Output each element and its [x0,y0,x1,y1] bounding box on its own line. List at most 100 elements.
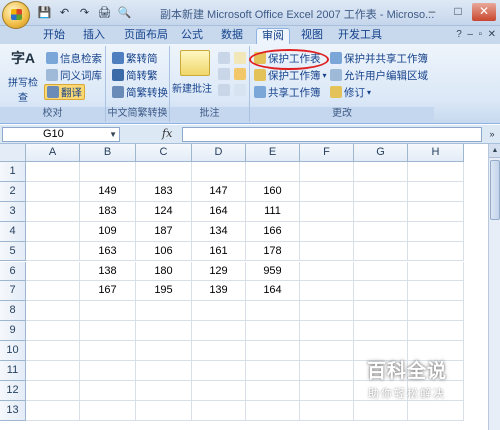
cell-c11[interactable] [136,361,192,381]
cell-a13[interactable] [26,400,80,421]
column-header-f[interactable]: F [300,144,354,162]
cell-h1[interactable] [408,162,464,182]
cell-c9[interactable] [136,321,192,342]
row-header-3[interactable]: 3 [0,201,26,222]
cell-f11[interactable] [300,361,354,381]
cell-g4[interactable] [354,221,408,242]
cell-e6[interactable]: 959 [246,261,300,282]
research-button[interactable]: 信息检索 [46,50,102,66]
formula-input[interactable] [182,127,482,142]
tab-developer[interactable]: 开发工具 [334,28,386,44]
cell-h7[interactable] [408,281,464,302]
cell-b4[interactable]: 109 [80,221,136,242]
cell-b8[interactable] [80,301,136,322]
scroll-up-icon[interactable]: ▲ [489,144,500,158]
cell-b10[interactable] [80,341,136,361]
cell-c7[interactable]: 195 [136,281,192,302]
save-icon[interactable]: 💾 [36,5,53,22]
cell-c2[interactable]: 183 [136,181,192,202]
previous-comment-icon[interactable] [218,68,230,80]
cell-f4[interactable] [300,221,354,242]
cell-e10[interactable] [246,341,300,361]
row-header-1[interactable]: 1 [0,162,26,182]
cell-g1[interactable] [354,162,408,182]
cell-c10[interactable] [136,341,192,361]
cell-f10[interactable] [300,341,354,361]
cell-f2[interactable] [300,181,354,202]
tab-insert[interactable]: 插入 [78,28,110,44]
cell-h5[interactable] [408,241,464,262]
cell-e7[interactable]: 164 [246,281,300,302]
redo-icon[interactable]: ↷ [76,5,93,22]
office-button[interactable] [2,1,30,29]
cell-c1[interactable] [136,162,192,182]
share-workbook-button[interactable]: 共享工作簿 [254,84,321,100]
row-header-8[interactable]: 8 [0,301,26,322]
chevron-down-icon[interactable]: ▼ [109,128,117,141]
ribbon-window-controls[interactable]: ? – ▫ ✕ [456,29,496,40]
select-all-corner[interactable] [0,144,26,162]
cell-c4[interactable]: 187 [136,221,192,242]
cell-e4[interactable]: 166 [246,221,300,242]
cell-b9[interactable] [80,321,136,342]
row-header-13[interactable]: 13 [0,400,26,421]
cell-a12[interactable] [26,380,80,401]
cell-f5[interactable] [300,241,354,262]
row-header-5[interactable]: 5 [0,241,26,262]
translate-button[interactable]: 翻译 [44,84,85,100]
cell-d1[interactable] [192,162,246,182]
row-header-4[interactable]: 4 [0,221,26,242]
undo-icon[interactable]: ↶ [56,5,73,22]
cell-d5[interactable]: 161 [192,241,246,262]
cell-g9[interactable] [354,321,408,342]
cell-a3[interactable] [26,201,80,222]
scroll-thumb[interactable] [490,160,500,220]
cell-e9[interactable] [246,321,300,342]
cell-g13[interactable] [354,400,408,421]
row-header-2[interactable]: 2 [0,181,26,202]
cell-c12[interactable] [136,380,192,401]
column-header-g[interactable]: G [354,144,408,162]
cell-f9[interactable] [300,321,354,342]
cell-a11[interactable] [26,361,80,381]
minimize-button[interactable]: – [420,3,444,21]
row-header-9[interactable]: 9 [0,321,26,342]
row-header-7[interactable]: 7 [0,281,26,302]
protect-share-workbook-button[interactable]: 保护并共享工作簿 [330,50,428,66]
cell-b13[interactable] [80,400,136,421]
row-header-12[interactable]: 12 [0,380,26,401]
tab-view[interactable]: 视图 [296,28,328,44]
convert-button[interactable]: 简繁转换 [112,84,168,100]
cell-c3[interactable]: 124 [136,201,192,222]
cell-d2[interactable]: 147 [192,181,246,202]
thesaurus-button[interactable]: 同义词库 [46,67,102,83]
cell-g6[interactable] [354,261,408,282]
expand-formula-bar-icon[interactable]: » [486,127,498,142]
cell-h2[interactable] [408,181,464,202]
column-header-a[interactable]: A [26,144,80,162]
cell-f8[interactable] [300,301,354,322]
allow-edit-ranges-button[interactable]: 允许用户编辑区域 [330,67,428,83]
cell-a1[interactable] [26,162,80,182]
cell-h8[interactable] [408,301,464,322]
cell-d3[interactable]: 164 [192,201,246,222]
cell-a2[interactable] [26,181,80,202]
cell-e8[interactable] [246,301,300,322]
show-comment-icon[interactable] [234,52,246,64]
cell-e5[interactable]: 178 [246,241,300,262]
track-changes-button[interactable]: 修订 ▾ [330,84,371,100]
cell-d9[interactable] [192,321,246,342]
show-ink-icon[interactable] [234,84,246,96]
cell-a9[interactable] [26,321,80,342]
cell-d13[interactable] [192,400,246,421]
cell-e12[interactable] [246,380,300,401]
cell-h4[interactable] [408,221,464,242]
tab-home[interactable]: 开始 [36,28,72,44]
cell-e11[interactable] [246,361,300,381]
cell-e3[interactable]: 111 [246,201,300,222]
cell-b2[interactable]: 149 [80,181,136,202]
cell-d12[interactable] [192,380,246,401]
cell-f1[interactable] [300,162,354,182]
trad-to-simp-button[interactable]: 繁转简 [112,50,158,66]
maximize-button[interactable]: □ [446,3,470,21]
